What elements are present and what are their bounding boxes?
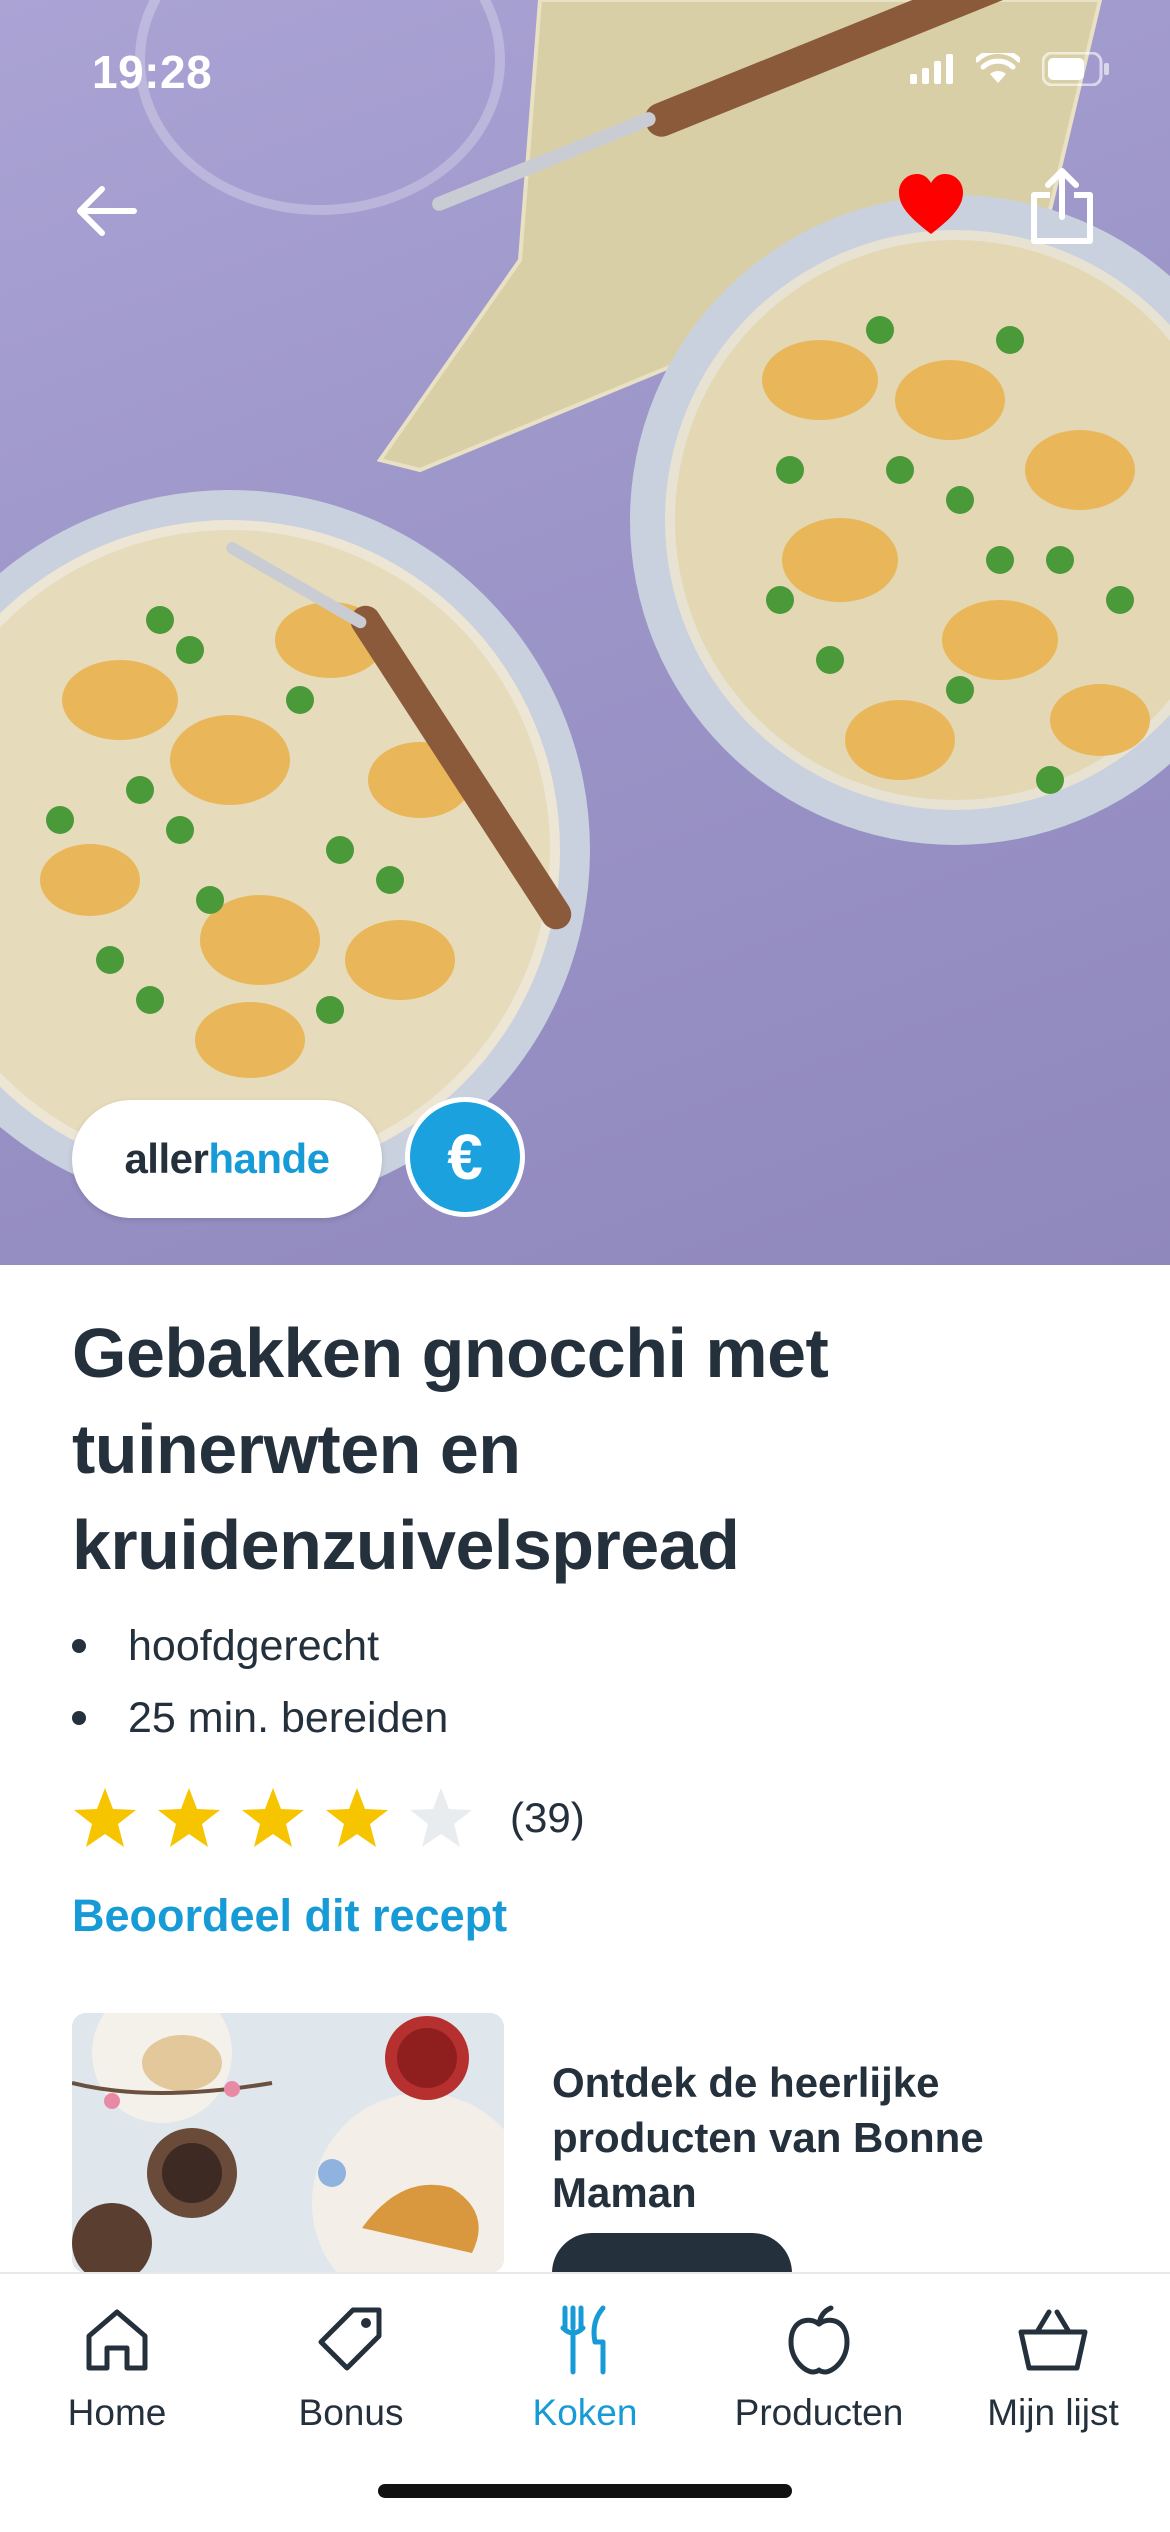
rating-row: (39) — [72, 1785, 585, 1851]
rating-count: (39) — [510, 1794, 585, 1841]
basket-icon — [1018, 2309, 1088, 2371]
back-button[interactable] — [70, 175, 142, 247]
back-arrow-icon — [77, 186, 137, 236]
recipe-meta-list: hoofdgerecht 25 min. bereiden — [72, 1610, 448, 1754]
recipe-photo — [0, 0, 1170, 1210]
promo-title: Ontdek de heerlijke producten van Bonne … — [552, 2059, 984, 2216]
tab-home-label: Home — [67, 2392, 167, 2433]
allerhande-logo: aller hande — [72, 1100, 382, 1218]
status-time: 19:28 — [92, 46, 213, 98]
apple-icon — [788, 2305, 850, 2375]
home-indicator[interactable] — [378, 2484, 792, 2498]
star-filled-icon — [326, 1788, 388, 1847]
brand-name-part1: aller — [124, 1135, 209, 1182]
rate-recipe-link[interactable]: Beoordeel dit recept — [72, 1890, 507, 1942]
tab-home[interactable]: Home — [0, 2302, 234, 2452]
cellular-signal-icon — [910, 54, 953, 84]
tab-koken[interactable]: Koken — [468, 2302, 702, 2452]
meta-time-text: 25 min. bereiden — [128, 1693, 449, 1742]
star-filled-icon — [242, 1788, 304, 1847]
promo-photo — [72, 2013, 504, 2273]
brand-name-part2: hande — [208, 1135, 330, 1182]
favorite-button[interactable] — [895, 170, 967, 242]
battery-icon — [1042, 52, 1109, 86]
promo-card[interactable]: Ontdek de heerlijke producten van Bonne … — [72, 2013, 1102, 2313]
meta-course-text: hoofdgerecht — [128, 1621, 380, 1670]
recipe-screen: 19:28 aller hande € Gebakken gnocchi met… — [0, 0, 1170, 2532]
fork-knife-icon — [560, 2305, 606, 2375]
meta-item-time: 25 min. bereiden — [72, 1682, 448, 1754]
tab-mijn-lijst[interactable]: Mijn lijst — [936, 2302, 1170, 2452]
star-filled-icon — [74, 1788, 136, 1847]
recipe-hero-image: 19:28 aller hande € — [0, 0, 1170, 1265]
tab-producten[interactable]: Producten — [702, 2302, 936, 2452]
wifi-icon — [976, 53, 1020, 83]
share-icon — [1031, 168, 1093, 244]
recipe-title: Gebakken gnocchi met tuinerwten en kruid… — [72, 1314, 829, 1584]
star-rating — [72, 1785, 492, 1851]
tab-producten-label: Producten — [734, 2392, 904, 2433]
tab-mijn-lijst-label: Mijn lijst — [987, 2392, 1119, 2433]
star-empty-icon — [410, 1788, 472, 1847]
tab-bonus[interactable]: Bonus — [234, 2302, 468, 2452]
status-bar: 19:28 — [0, 0, 1170, 150]
euro-badge: € — [405, 1097, 525, 1217]
star-filled-icon — [158, 1788, 220, 1847]
share-button[interactable] — [1026, 165, 1098, 245]
tag-icon — [318, 2307, 382, 2371]
bullet — [72, 1711, 86, 1725]
home-icon — [86, 2309, 148, 2371]
heart-icon — [899, 174, 963, 234]
meta-item-course: hoofdgerecht — [72, 1610, 448, 1682]
status-icons — [910, 52, 1110, 86]
tab-koken-label: Koken — [532, 2392, 638, 2433]
tab-bonus-label: Bonus — [298, 2392, 404, 2433]
promo-image — [72, 2013, 504, 2273]
bullet — [72, 1639, 86, 1653]
